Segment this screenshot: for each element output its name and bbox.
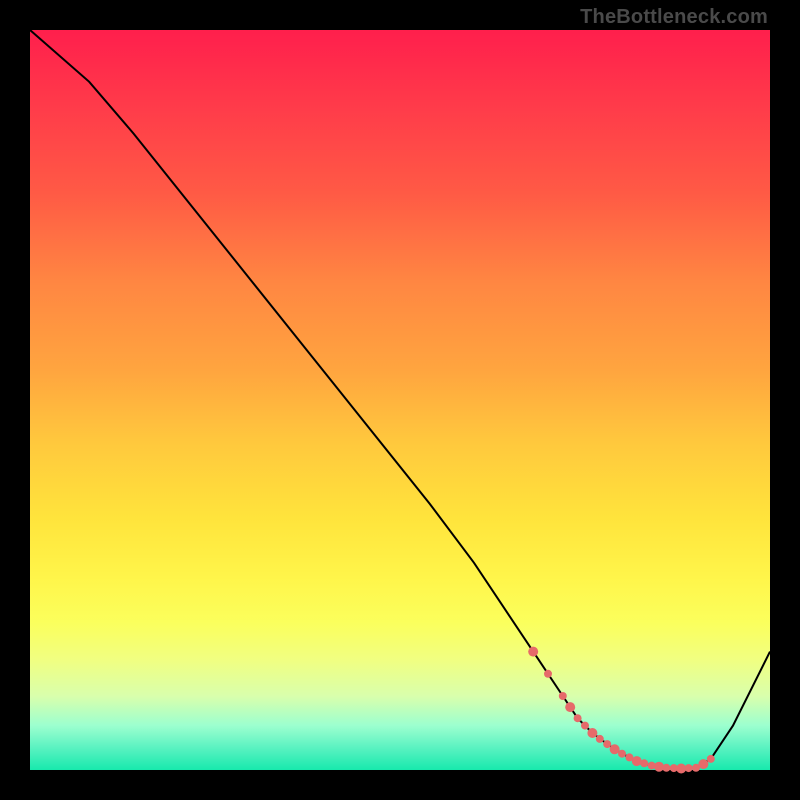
- data-marker: [559, 692, 567, 700]
- data-marker: [610, 744, 620, 754]
- curve-svg: [30, 30, 770, 770]
- data-marker: [528, 647, 538, 657]
- data-marker: [587, 728, 597, 738]
- data-marker: [662, 764, 670, 772]
- data-marker: [603, 740, 611, 748]
- data-marker: [574, 714, 582, 722]
- data-marker: [544, 670, 552, 678]
- data-marker: [565, 702, 575, 712]
- data-marker: [632, 756, 642, 766]
- marker-group: [528, 647, 715, 774]
- data-marker: [698, 759, 708, 769]
- data-marker: [596, 735, 604, 743]
- data-marker: [707, 755, 715, 763]
- data-marker: [654, 762, 664, 772]
- curve-path: [30, 30, 770, 769]
- data-marker: [581, 722, 589, 730]
- chart-stage: TheBottleneck.com: [0, 0, 800, 800]
- data-marker: [685, 764, 693, 772]
- data-marker: [640, 759, 648, 767]
- attribution-text: TheBottleneck.com: [580, 6, 768, 29]
- plot-area: [30, 30, 770, 770]
- data-marker: [618, 750, 626, 758]
